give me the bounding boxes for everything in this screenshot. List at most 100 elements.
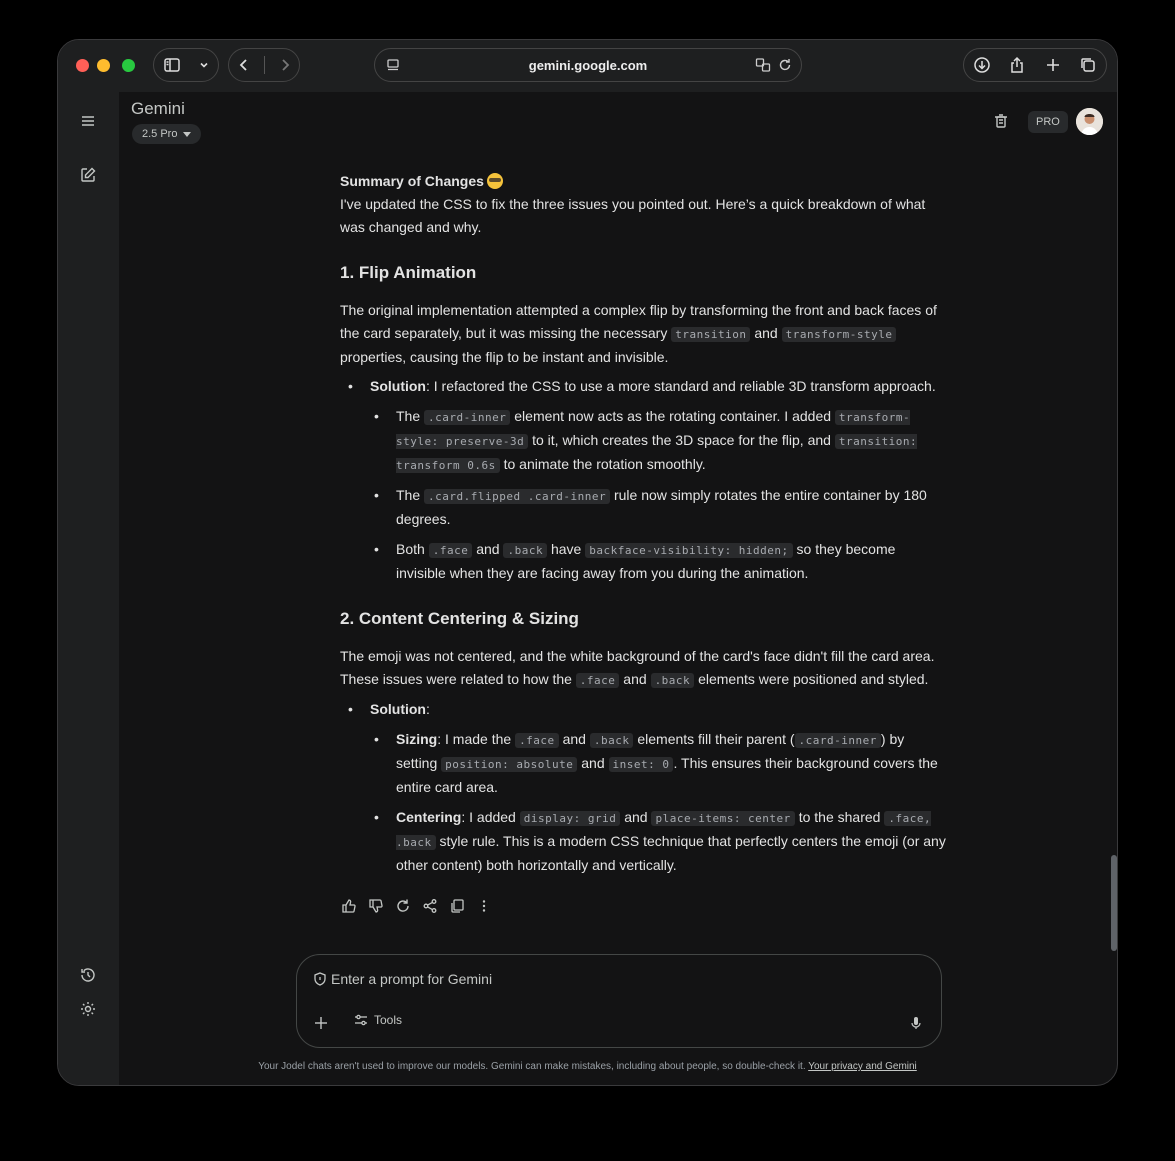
maximize-window-button[interactable] [122, 59, 135, 72]
tools-label: Tools [374, 1013, 403, 1027]
new-tab-icon[interactable] [1044, 56, 1062, 74]
text: Both [396, 541, 429, 557]
text: to the shared [794, 809, 885, 825]
text: to it, which creates the 3D space for th… [528, 432, 835, 448]
text: style rule. This is a modern CSS techniq… [396, 833, 946, 873]
sizing-label: Sizing [396, 731, 438, 747]
sidebar-toggle-button[interactable] [153, 48, 219, 82]
navigation-controls [228, 48, 300, 82]
text: : [426, 701, 430, 717]
inline-code: .back [589, 733, 634, 748]
privacy-link[interactable]: Your privacy and Gemini [808, 1061, 917, 1072]
thumbs-down-icon[interactable] [368, 898, 384, 914]
browser-actions [963, 48, 1107, 82]
section1-heading: 1. Flip Animation [340, 263, 477, 282]
inline-code: .back [503, 543, 548, 558]
summary-title: Summary of Changes [340, 170, 948, 193]
share-icon[interactable] [422, 898, 438, 914]
inline-code: .face [515, 733, 559, 748]
list-item: The .card.flipped .card-inner rule now s… [374, 484, 948, 531]
tools-icon [354, 1013, 368, 1027]
left-rail [58, 92, 119, 1085]
section2-paragraph: The emoji was not centered, and the whit… [340, 645, 948, 692]
copy-icon[interactable] [449, 898, 465, 914]
text: and [620, 809, 652, 825]
inline-code: display: grid [519, 811, 621, 826]
browser-window: gemini.google.com Gemini 2.5 Pro PRO Sum… [57, 39, 1118, 1086]
text: The [396, 487, 425, 503]
inline-code: backface-visibility: hidden; [585, 543, 793, 558]
activity-icon[interactable] [79, 966, 97, 984]
new-chat-icon[interactable] [79, 166, 97, 184]
inline-code: .face [575, 673, 620, 688]
section2-sublist: Sizing: I made the .face and .back eleme… [370, 728, 948, 877]
inline-code: .card.flipped .card-inner [424, 489, 611, 504]
solution-label: Solution [370, 378, 426, 394]
delete-chat-icon[interactable] [992, 112, 1010, 130]
summary-title-text: Summary of Changes [340, 173, 484, 189]
text: and [619, 671, 651, 687]
download-icon[interactable] [973, 56, 991, 74]
inline-code: inset: 0 [608, 757, 674, 772]
section1-sublist: The .card-inner element now acts as the … [370, 405, 948, 585]
thumbs-up-icon[interactable] [341, 898, 357, 914]
minimize-window-button[interactable] [97, 59, 110, 72]
close-window-button[interactable] [76, 59, 89, 72]
text: The [396, 408, 425, 424]
pro-badge[interactable]: PRO [1028, 111, 1068, 133]
response-content: Summary of Changes I've updated the CSS … [340, 170, 948, 884]
settings-icon[interactable] [79, 1000, 97, 1018]
text: to animate the rotation smoothly. [499, 456, 706, 472]
caret-down-icon [183, 131, 192, 137]
tabs-overview-icon[interactable] [1079, 56, 1097, 74]
list-item: Solution: Sizing: I made the .face and .… [348, 698, 948, 877]
url-text: gemini.google.com [528, 58, 648, 73]
text: : I made the [437, 731, 516, 747]
inline-code: .card-inner [424, 410, 511, 425]
nav-divider [263, 56, 265, 74]
text: have [547, 541, 586, 557]
centering-label: Centering [396, 809, 462, 825]
address-bar[interactable]: gemini.google.com [374, 48, 802, 82]
browser-toolbar: gemini.google.com [58, 40, 1117, 92]
list-item: The .card-inner element now acts as the … [374, 405, 948, 477]
section1-list: Solution: I refactored the CSS to use a … [340, 375, 948, 585]
add-attachment-icon[interactable] [314, 1016, 328, 1030]
inline-code: .face [428, 543, 473, 558]
inline-code: position: absolute [441, 757, 578, 772]
section2-list: Solution: Sizing: I made the .face and .… [340, 698, 948, 877]
translate-icon[interactable] [755, 57, 771, 73]
scrollbar-thumb[interactable] [1111, 855, 1117, 951]
text: and [472, 541, 504, 557]
model-selector[interactable]: 2.5 Pro [132, 124, 202, 144]
reload-icon[interactable] [777, 57, 793, 73]
text: elements fill their parent ( [633, 731, 795, 747]
text: : I added [461, 809, 520, 825]
prompt-input[interactable]: Enter a prompt for Gemini [331, 971, 492, 987]
list-item: Both .face and .back have backface-visib… [374, 538, 948, 585]
section1-paragraph: The original implementation attempted a … [340, 299, 948, 369]
text: elements were positioned and styled. [694, 671, 929, 687]
solution-label: Solution [370, 701, 426, 717]
share-icon[interactable] [1008, 56, 1026, 74]
back-icon[interactable] [235, 56, 253, 74]
forward-icon[interactable] [276, 56, 294, 74]
inline-code: place-items: center [651, 811, 795, 826]
section2-heading: 2. Content Centering & Sizing [340, 609, 579, 628]
menu-icon[interactable] [79, 112, 97, 130]
tools-button[interactable]: Tools [354, 1013, 402, 1027]
disclaimer-text: Your Jodel chats aren't used to improve … [258, 1061, 809, 1072]
shield-icon [313, 972, 327, 986]
intro-paragraph: I've updated the CSS to fix the three is… [340, 196, 926, 235]
regenerate-icon[interactable] [395, 898, 411, 914]
microphone-icon[interactable] [909, 1016, 923, 1030]
prompt-input-box[interactable]: Enter a prompt for Gemini Tools [296, 954, 942, 1048]
text: properties, causing the flip to be insta… [340, 349, 669, 365]
sidebar-icon [163, 56, 181, 74]
avatar[interactable] [1076, 108, 1103, 135]
list-item: Sizing: I made the .face and .back eleme… [374, 728, 948, 799]
inline-code: .back [650, 673, 695, 688]
more-icon[interactable] [476, 898, 492, 914]
chevron-down-icon[interactable] [198, 59, 210, 71]
app-title: Gemini [131, 99, 185, 118]
